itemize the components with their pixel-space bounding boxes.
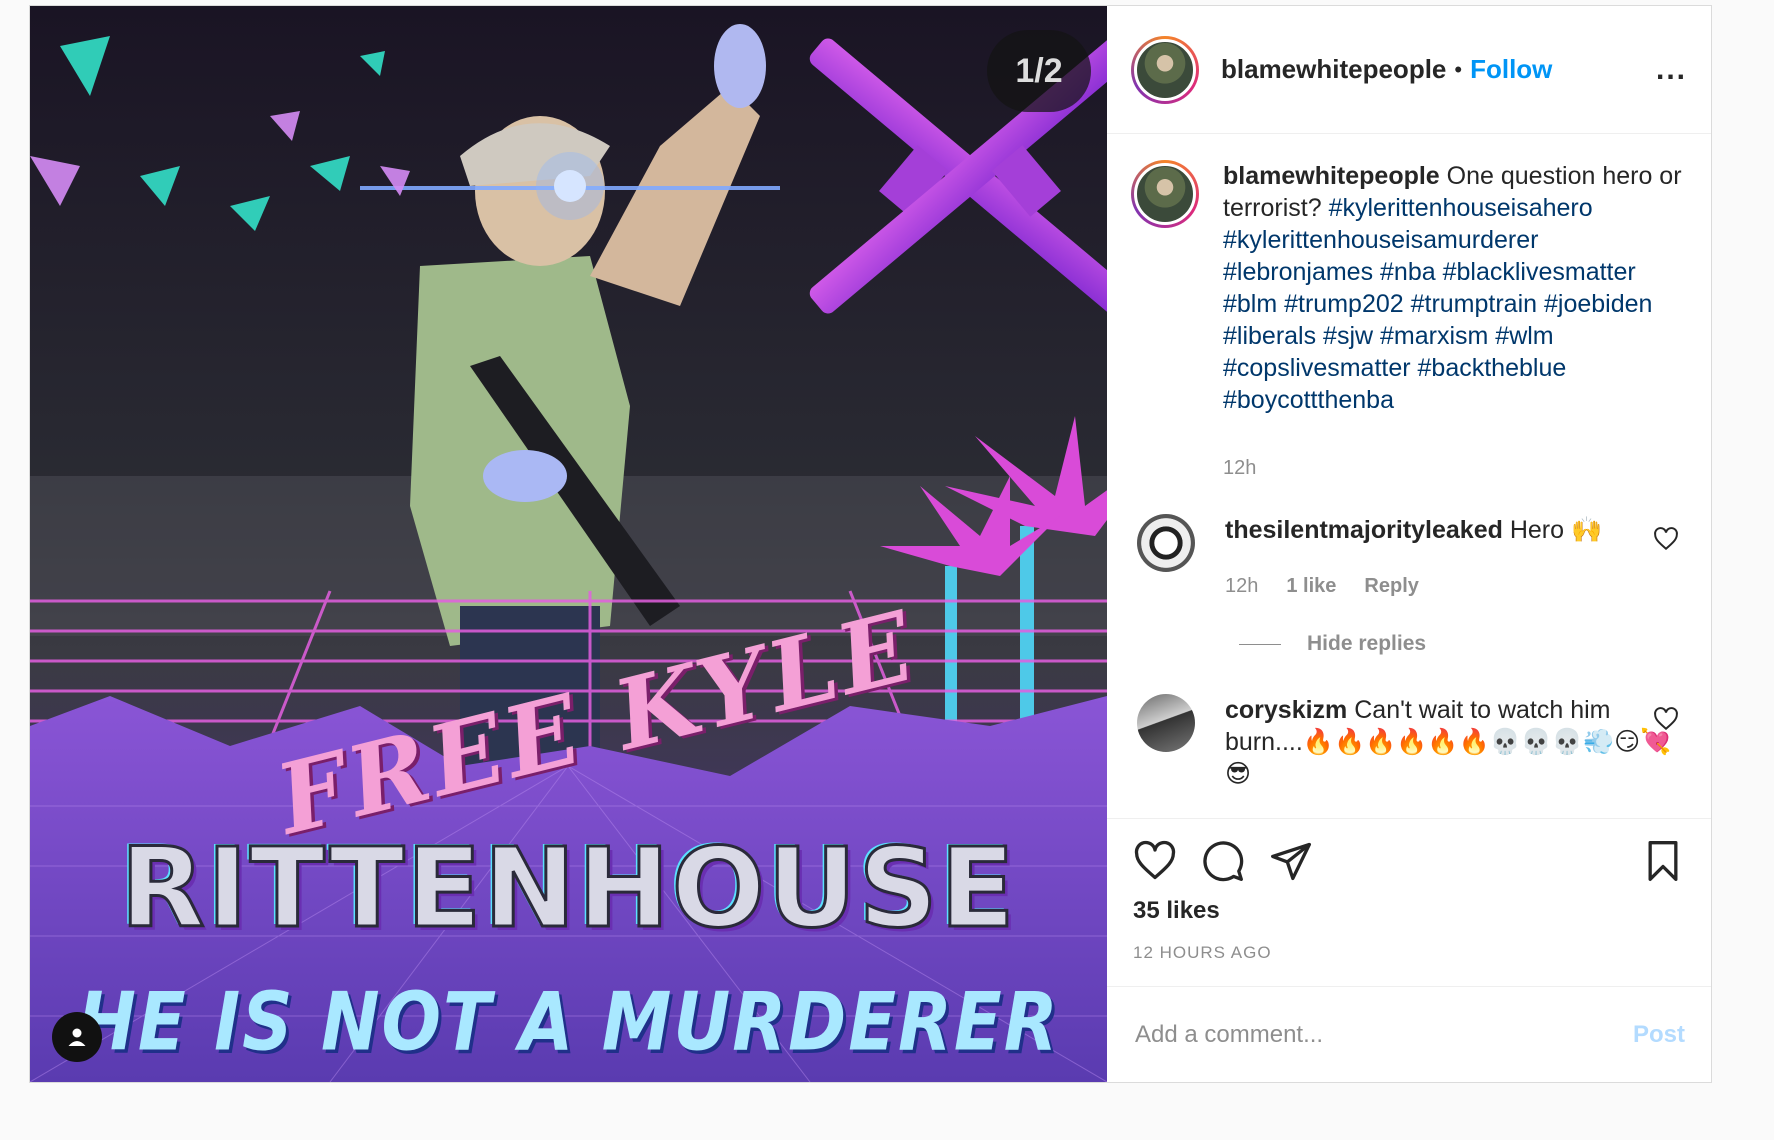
comment-time: 12h <box>1225 575 1259 597</box>
comment-likes[interactable]: 1 like <box>1286 570 1336 602</box>
post-header: blamewhitepeople • Follow ... <box>1107 6 1711 134</box>
comment-item: coryskizm Can't wait to watch him burn..… <box>1131 694 1687 790</box>
comment-bubble-icon[interactable] <box>1201 839 1245 883</box>
commenter-avatar[interactable] <box>1137 514 1195 572</box>
caption-hashtags[interactable]: #kylerittenhouseisahero #kylerittenhouse… <box>1223 194 1652 414</box>
post-actions: 35 likes 12 HOURS AGO <box>1107 818 1711 986</box>
share-paper-plane-icon[interactable] <box>1269 839 1313 883</box>
comment-input[interactable] <box>1133 1019 1633 1050</box>
comment-text: Hero 🙌 <box>1502 516 1603 544</box>
hide-replies-label: Hide replies <box>1307 632 1427 655</box>
post-timestamp[interactable]: 12 HOURS AGO <box>1133 943 1685 963</box>
replies-line <box>1239 643 1281 645</box>
more-options-icon[interactable]: ... <box>1656 53 1687 87</box>
save-bookmark-icon[interactable] <box>1641 839 1685 883</box>
commenter-avatar[interactable] <box>1137 694 1195 752</box>
caption-time: 12h <box>1223 457 1257 479</box>
comment-like-heart-icon[interactable] <box>1653 706 1679 732</box>
image-text-rittenhouse: RITTENHOUSE <box>119 823 1017 954</box>
comment-item: thesilentmajorityleaked Hero 🙌 12h 1 lik… <box>1131 514 1687 602</box>
likes-count[interactable]: 35 likes <box>1133 897 1685 925</box>
comment-username[interactable]: coryskizm <box>1225 696 1347 724</box>
caption-username[interactable]: blamewhitepeople <box>1223 162 1440 190</box>
post-card: FREE KYLE RITTENHOUSE HE IS NOT A MURDER… <box>29 5 1712 1083</box>
post-sidebar: blamewhitepeople • Follow ... blamewhite… <box>1107 6 1711 1082</box>
author-avatar[interactable] <box>1131 35 1199 104</box>
separator-dot: • <box>1454 56 1463 82</box>
post-comment-button[interactable]: Post <box>1633 1021 1685 1049</box>
user-tag-icon[interactable] <box>52 1012 102 1062</box>
caption: blamewhitepeople One question hero or te… <box>1131 160 1687 484</box>
author-username[interactable]: blamewhitepeople <box>1221 54 1446 85</box>
caption-avatar[interactable] <box>1131 160 1199 228</box>
comment-like-heart-icon[interactable] <box>1653 526 1679 552</box>
image-text-not-murderer: HE IS NOT A MURDERER <box>77 974 1060 1070</box>
like-heart-icon[interactable] <box>1133 839 1177 883</box>
comments-list[interactable]: blamewhitepeople One question hero or te… <box>1107 134 1711 818</box>
post-media[interactable]: FREE KYLE RITTENHOUSE HE IS NOT A MURDER… <box>30 6 1107 1082</box>
reply-button[interactable]: Reply <box>1364 570 1418 602</box>
follow-button[interactable]: Follow <box>1470 54 1552 85</box>
comment-username[interactable]: thesilentmajorityleaked <box>1225 516 1503 544</box>
carousel-counter: 1/2 <box>987 30 1091 112</box>
add-comment-bar: Post <box>1107 986 1711 1082</box>
hide-replies-toggle[interactable]: Hide replies <box>1239 632 1687 656</box>
